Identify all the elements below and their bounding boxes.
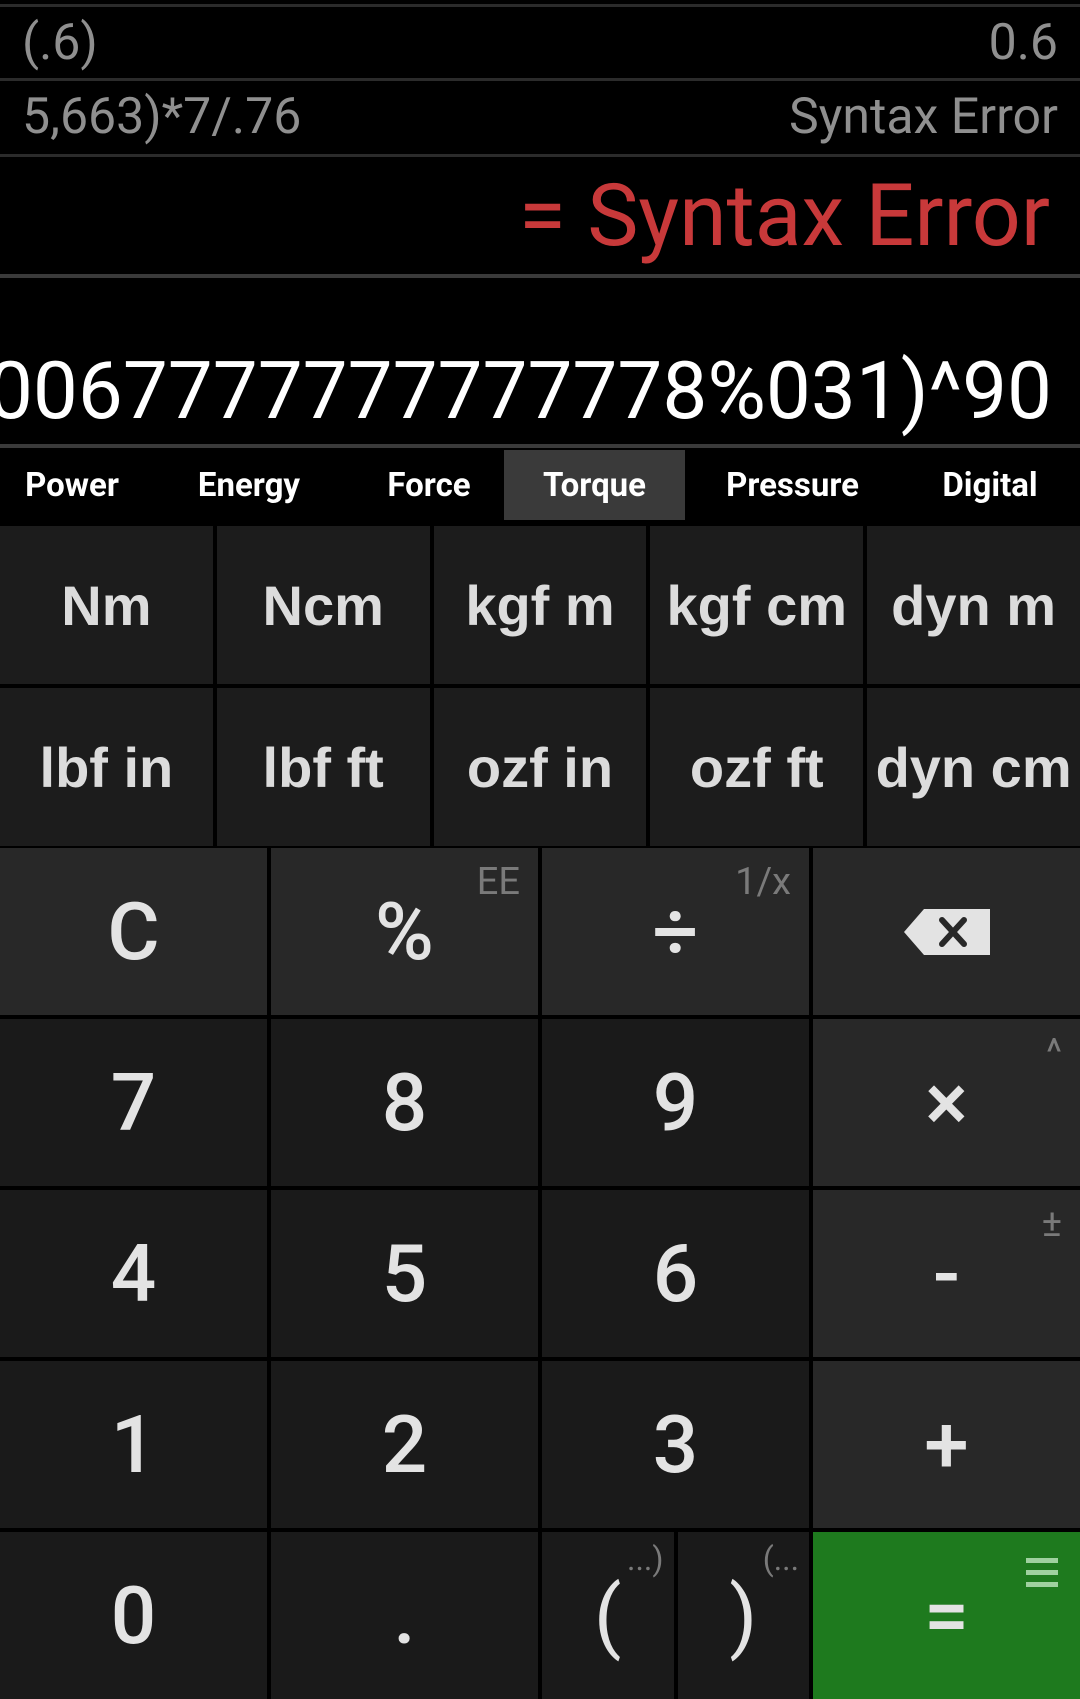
history-result: Syntax Error (789, 87, 1058, 146)
history-line-2[interactable]: 5,663)*7/.76 Syntax Error (0, 78, 1080, 152)
clear-button[interactable]: C (0, 848, 267, 1015)
parentheses-group: ( ...) ) (... (542, 1532, 809, 1699)
digit-label: 8 (381, 1055, 428, 1150)
digit-7-button[interactable]: 7 (0, 1019, 267, 1186)
tab-force[interactable]: Force (354, 450, 504, 520)
multiply-label: × (925, 1055, 968, 1150)
result-text: = Syntax Error (518, 165, 1050, 266)
decimal-button[interactable]: . (271, 1532, 538, 1699)
plus-button[interactable]: + (813, 1361, 1080, 1528)
decimal-label: . (393, 1568, 416, 1663)
tab-power[interactable]: Power (0, 450, 144, 520)
divide-label: ÷ (652, 884, 699, 979)
unit-lbf-ft-button[interactable]: lbf ft (216, 688, 430, 846)
history-line-1[interactable]: (.6) 0.6 (0, 4, 1080, 78)
unit-nm-button[interactable]: Nm (0, 526, 213, 684)
equals-label: = (924, 1568, 969, 1663)
equals-button[interactable]: = (813, 1532, 1080, 1699)
multiply-button[interactable]: × ^ (813, 1019, 1080, 1186)
digit-8-button[interactable]: 8 (271, 1019, 538, 1186)
divide-button[interactable]: ÷ 1/x (542, 848, 809, 1015)
backspace-icon (903, 908, 990, 955)
open-paren-sublabel: ...) (627, 1540, 664, 1578)
tab-torque[interactable]: Torque (504, 450, 685, 520)
unit-kgf-cm-button[interactable]: kgf cm (650, 526, 864, 684)
result-display: = Syntax Error (0, 154, 1080, 278)
unit-ozf-in-button[interactable]: ozf in (433, 688, 647, 846)
unit-ozf-ft-button[interactable]: ozf ft (650, 688, 864, 846)
unit-grid: Nm Ncm kgf m kgf cm dyn m lbf in lbf ft … (0, 526, 1080, 846)
reciprocal-sublabel: 1/x (735, 860, 791, 904)
unit-dyn-cm-button[interactable]: dyn cm (867, 688, 1080, 846)
clear-label: C (107, 884, 160, 979)
minus-label: - (932, 1226, 961, 1321)
tab-pressure[interactable]: Pressure (685, 450, 900, 520)
unit-dyn-m-button[interactable]: dyn m (867, 526, 1080, 684)
digit-4-button[interactable]: 4 (0, 1190, 267, 1357)
power-sublabel: ^ (1046, 1031, 1062, 1075)
digit-label: 4 (110, 1226, 157, 1321)
expression-display[interactable]: .0067777777777778%031)^90 (0, 278, 1080, 448)
menu-icon[interactable] (1026, 1558, 1058, 1588)
digit-0-button[interactable]: 0 (0, 1532, 267, 1699)
digit-9-button[interactable]: 9 (542, 1019, 809, 1186)
percent-label: % (375, 884, 434, 979)
open-paren-label: ( (594, 1568, 622, 1663)
digit-label: 5 (381, 1226, 428, 1321)
backspace-button[interactable] (813, 848, 1080, 1015)
ee-sublabel: EE (476, 860, 520, 904)
history-expression: 5,663)*7/.76 (22, 87, 302, 146)
expression-text: .0067777777777778%031)^90 (0, 344, 1052, 438)
close-paren-sublabel: (... (762, 1540, 799, 1578)
keypad: C % EE ÷ 1/x 7 8 9 × ^ 4 5 6 - ± 1 2 3 +… (0, 848, 1080, 1699)
close-paren-button[interactable]: ) (... (677, 1532, 809, 1699)
digit-6-button[interactable]: 6 (542, 1190, 809, 1357)
digit-2-button[interactable]: 2 (271, 1361, 538, 1528)
open-paren-button[interactable]: ( ...) (542, 1532, 674, 1699)
plus-label: + (924, 1397, 969, 1492)
digit-label: 7 (110, 1055, 157, 1150)
unit-lbf-in-button[interactable]: lbf in (0, 688, 213, 846)
tab-digital[interactable]: Digital (900, 450, 1080, 520)
digit-label: 3 (652, 1397, 699, 1492)
digit-1-button[interactable]: 1 (0, 1361, 267, 1528)
tab-energy[interactable]: Energy (144, 450, 354, 520)
digit-3-button[interactable]: 3 (542, 1361, 809, 1528)
plus-minus-sublabel: ± (1041, 1202, 1062, 1246)
unit-ncm-button[interactable]: Ncm (216, 526, 430, 684)
history-result: 0.6 (988, 13, 1058, 72)
category-tabs: Power Energy Force Torque Pressure Digit… (0, 450, 1080, 520)
digit-label: 1 (110, 1397, 157, 1492)
percent-button[interactable]: % EE (271, 848, 538, 1015)
unit-kgf-m-button[interactable]: kgf m (433, 526, 647, 684)
close-paren-label: ) (729, 1568, 758, 1663)
digit-5-button[interactable]: 5 (271, 1190, 538, 1357)
digit-label: 9 (652, 1055, 699, 1150)
digit-label: 2 (381, 1397, 428, 1492)
digit-label: 0 (110, 1568, 157, 1663)
minus-button[interactable]: - ± (813, 1190, 1080, 1357)
digit-label: 6 (652, 1226, 699, 1321)
history-expression: (.6) (22, 13, 98, 72)
